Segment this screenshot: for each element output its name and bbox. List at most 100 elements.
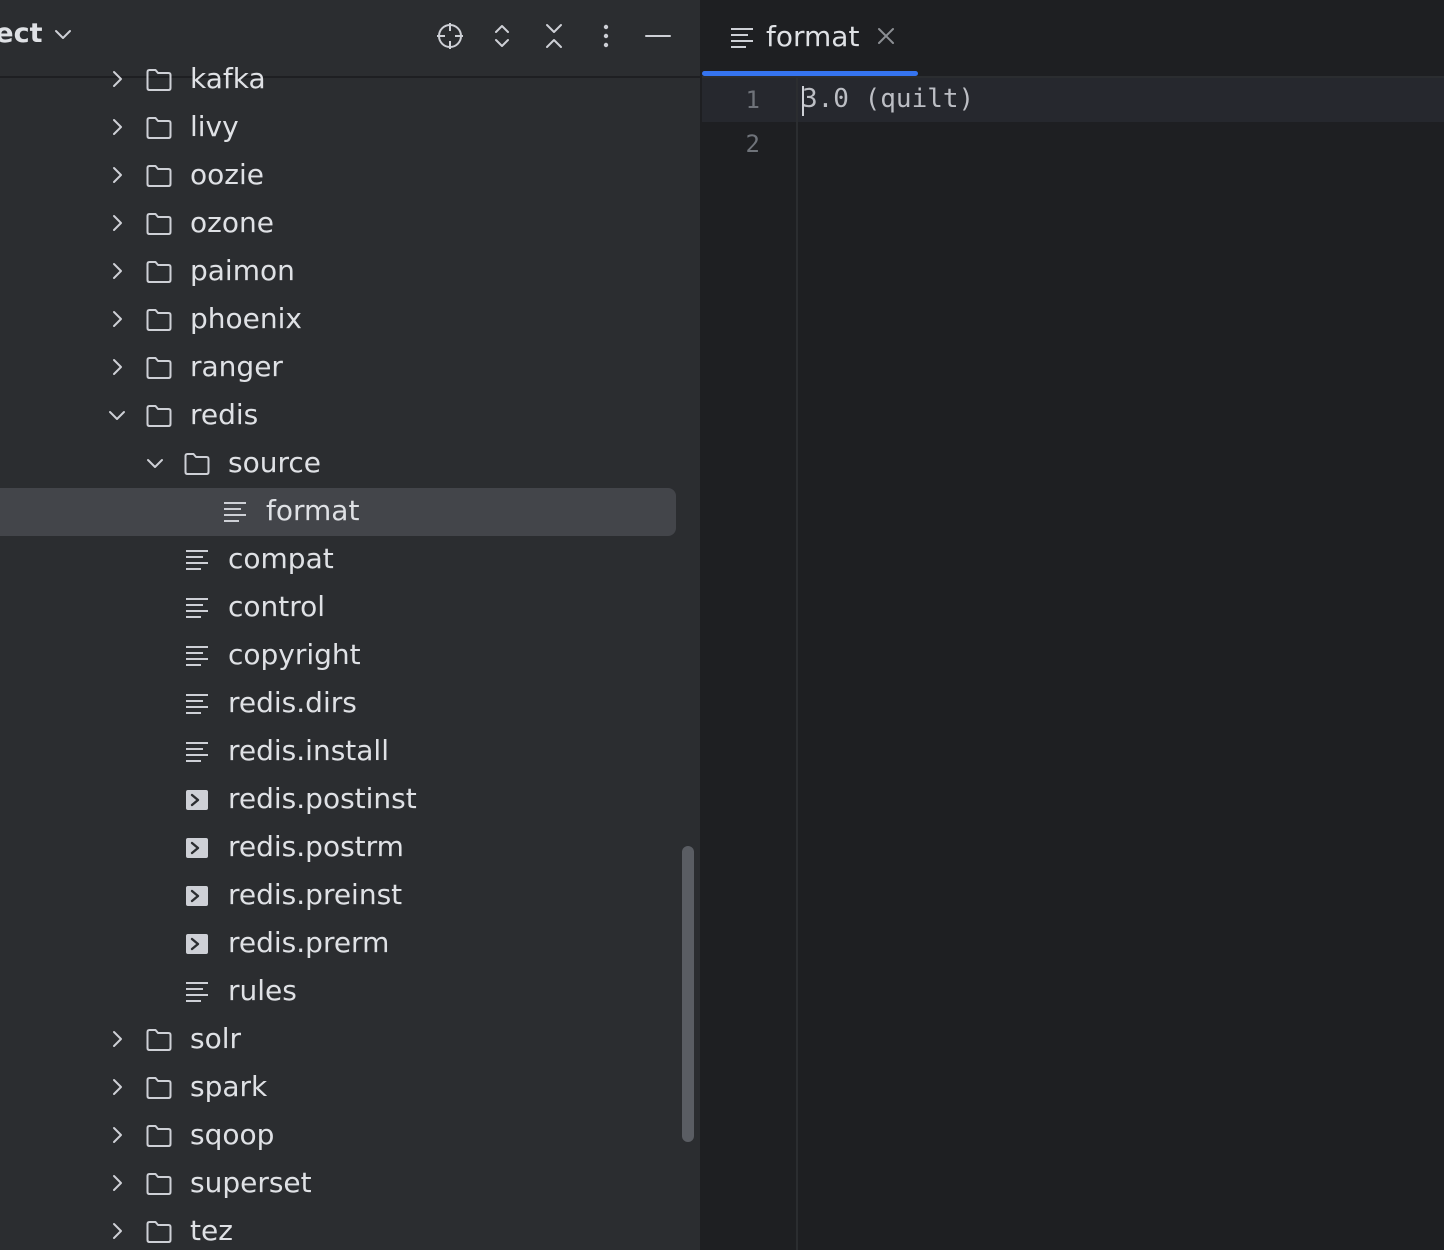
tree-item-redis-dirs[interactable]: redis.dirs bbox=[0, 680, 700, 728]
code-line[interactable]: 3.0 (quilt) bbox=[802, 84, 974, 114]
tree-expand-toggle[interactable] bbox=[104, 162, 130, 188]
tree-item-paimon[interactable]: paimon bbox=[0, 248, 700, 296]
file-icon-wrap bbox=[182, 737, 212, 767]
text-file-icon bbox=[186, 742, 208, 762]
line-number: 2 bbox=[745, 130, 760, 158]
tree-item-compat[interactable]: compat bbox=[0, 536, 700, 584]
tree-item-oozie[interactable]: oozie bbox=[0, 152, 700, 200]
folder-icon-wrap bbox=[182, 449, 212, 479]
tree-item-label: redis.prerm bbox=[228, 926, 390, 959]
tree-expand-toggle[interactable] bbox=[104, 402, 130, 428]
chevron-right-icon bbox=[113, 119, 122, 135]
tree-scrollbar-thumb[interactable] bbox=[682, 846, 694, 1142]
tree-item-label: copyright bbox=[228, 638, 361, 671]
folder-icon-wrap bbox=[144, 1025, 174, 1055]
text-file-icon bbox=[186, 646, 208, 666]
text-file-icon bbox=[186, 598, 208, 618]
tree-expand-toggle[interactable] bbox=[104, 354, 130, 380]
tree-item-kafka[interactable]: kafka bbox=[0, 56, 700, 104]
locate-file-button[interactable] bbox=[432, 18, 468, 54]
folder-icon-wrap bbox=[144, 401, 174, 431]
file-icon-wrap bbox=[220, 497, 250, 527]
chevron-right-icon bbox=[113, 71, 122, 87]
close-icon[interactable] bbox=[874, 24, 898, 48]
tree-item-redis-install[interactable]: redis.install bbox=[0, 728, 700, 776]
collapse-all-icon bbox=[546, 24, 562, 48]
tree-expand-toggle[interactable] bbox=[104, 210, 130, 236]
tree-item-label: redis.dirs bbox=[228, 686, 357, 719]
expand-all-button[interactable] bbox=[484, 18, 520, 54]
editor-tab-format[interactable]: format bbox=[702, 0, 918, 76]
tree-item-label: spark bbox=[190, 1070, 268, 1103]
shell-script-icon bbox=[186, 934, 208, 954]
tree-item-redis[interactable]: redis bbox=[0, 392, 700, 440]
tree-item-label: paimon bbox=[190, 254, 295, 287]
tree-expand-toggle[interactable] bbox=[104, 1026, 130, 1052]
tree-item-superset[interactable]: superset bbox=[0, 1160, 700, 1208]
tree-item-label: compat bbox=[228, 542, 334, 575]
tree-item-label: redis.install bbox=[228, 734, 389, 767]
tree-item-ozone[interactable]: ozone bbox=[0, 200, 700, 248]
tree-expand-toggle[interactable] bbox=[104, 114, 130, 140]
tree-item-format[interactable]: format bbox=[0, 488, 700, 536]
tree-item-livy[interactable]: livy bbox=[0, 104, 700, 152]
shell-script-icon bbox=[186, 838, 208, 858]
hide-panel-button[interactable] bbox=[640, 18, 676, 54]
folder-icon-wrap bbox=[144, 209, 174, 239]
text-file-icon bbox=[186, 694, 208, 714]
tree-item-label: ranger bbox=[190, 350, 283, 383]
tree-item-label: solr bbox=[190, 1022, 242, 1055]
text-file-icon bbox=[186, 982, 208, 1002]
tree-item-tez[interactable]: tez bbox=[0, 1208, 700, 1250]
tree-item-rules[interactable]: rules bbox=[0, 968, 700, 1016]
options-button[interactable] bbox=[588, 18, 624, 54]
tree-expand-toggle[interactable] bbox=[104, 1122, 130, 1148]
file-icon-wrap bbox=[182, 641, 212, 671]
chevron-down-icon bbox=[147, 459, 163, 468]
folder-icon bbox=[146, 1173, 172, 1195]
tree-item-redis-preinst[interactable]: redis.preinst bbox=[0, 872, 700, 920]
tree-item-sqoop[interactable]: sqoop bbox=[0, 1112, 700, 1160]
chevron-down-icon bbox=[55, 29, 72, 39]
tree-item-redis-prerm[interactable]: redis.prerm bbox=[0, 920, 700, 968]
tree-item-label: tez bbox=[190, 1214, 233, 1247]
folder-icon-wrap bbox=[144, 353, 174, 383]
chevron-right-icon bbox=[113, 311, 122, 327]
file-icon-wrap bbox=[182, 929, 212, 959]
tree-item-solr[interactable]: solr bbox=[0, 1016, 700, 1064]
tree-item-phoenix[interactable]: phoenix bbox=[0, 296, 700, 344]
tree-item-redis-postinst[interactable]: redis.postinst bbox=[0, 776, 700, 824]
folder-icon bbox=[146, 357, 172, 379]
folder-icon-wrap bbox=[144, 1073, 174, 1103]
tree-expand-toggle[interactable] bbox=[104, 1218, 130, 1244]
chevron-right-icon bbox=[113, 167, 122, 183]
tree-item-label: redis.preinst bbox=[228, 878, 403, 911]
tree-item-spark[interactable]: spark bbox=[0, 1064, 700, 1112]
tree-expand-toggle[interactable] bbox=[104, 1170, 130, 1196]
expand-collapse-icon bbox=[495, 25, 509, 47]
tree-item-label: redis.postrm bbox=[228, 830, 404, 863]
editor: format 1 2 3.0 (quilt) bbox=[702, 0, 1444, 1250]
panel-title: ject bbox=[0, 18, 43, 49]
tree-expand-toggle[interactable] bbox=[104, 66, 130, 92]
tree-item-label: sqoop bbox=[190, 1118, 275, 1151]
chevron-down-icon bbox=[109, 411, 125, 420]
tree-expand-toggle[interactable] bbox=[142, 450, 168, 476]
chevron-right-icon bbox=[113, 263, 122, 279]
tree-expand-toggle[interactable] bbox=[104, 258, 130, 284]
tree-item-source[interactable]: source bbox=[0, 440, 700, 488]
tree-item-control[interactable]: control bbox=[0, 584, 700, 632]
file-icon-wrap bbox=[182, 881, 212, 911]
folder-icon-wrap bbox=[144, 113, 174, 143]
tree-item-label: kafka bbox=[190, 62, 266, 95]
tree-expand-toggle[interactable] bbox=[104, 1074, 130, 1100]
text-file-icon bbox=[224, 502, 246, 522]
tree-item-copyright[interactable]: copyright bbox=[0, 632, 700, 680]
project-panel: ject bbox=[0, 0, 700, 1250]
tree-item-ranger[interactable]: ranger bbox=[0, 344, 700, 392]
collapse-all-button[interactable] bbox=[536, 18, 572, 54]
tree-item-redis-postrm[interactable]: redis.postrm bbox=[0, 824, 700, 872]
project-view-selector[interactable]: ject bbox=[0, 18, 74, 49]
tree-expand-toggle[interactable] bbox=[104, 306, 130, 332]
chevron-right-icon bbox=[113, 1127, 122, 1143]
